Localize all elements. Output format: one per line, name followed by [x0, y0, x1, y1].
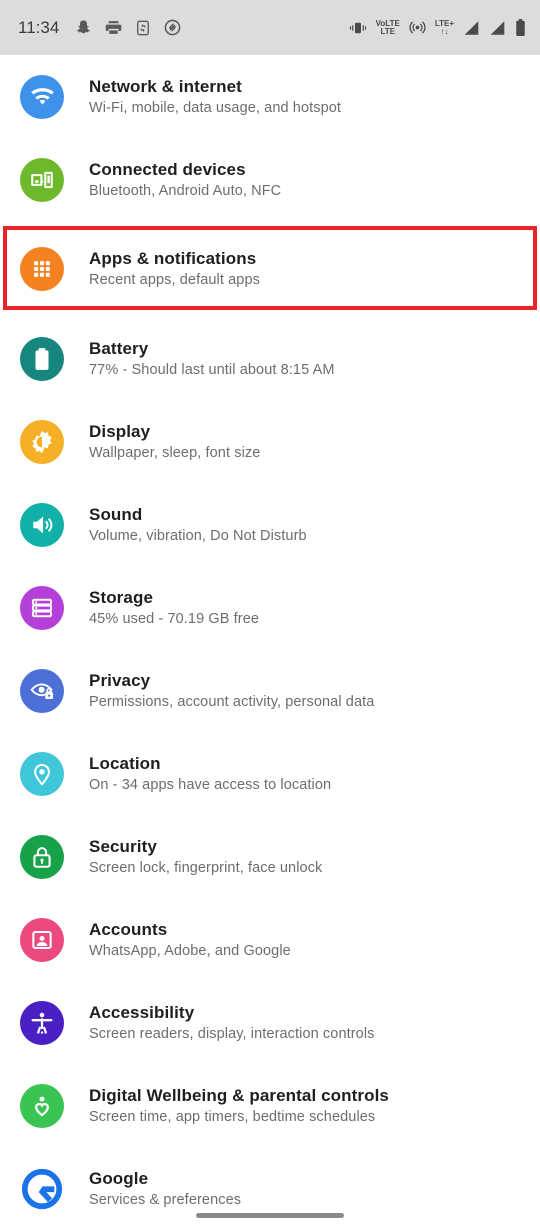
settings-row-security[interactable]: Security Screen lock, fingerprint, face …	[0, 815, 540, 898]
settings-row-title: Security	[89, 836, 157, 856]
battery-settings-icon	[20, 336, 64, 381]
settings-row-subtitle: Wallpaper, sleep, font size	[89, 444, 261, 461]
settings-row-privacy[interactable]: Privacy Permissions, account activity, p…	[0, 649, 540, 732]
google-g-icon	[20, 1166, 64, 1211]
lock-icon	[20, 834, 64, 879]
settings-row-sound[interactable]: Sound Volume, vibration, Do Not Disturb	[0, 483, 540, 566]
settings-row-title: Apps & notifications	[89, 248, 257, 268]
settings-row-title: Location	[89, 753, 161, 773]
home-gesture-bar[interactable]	[196, 1213, 344, 1218]
volte-icon: VoLTE LTE	[376, 19, 400, 36]
location-pin-icon	[20, 751, 64, 796]
settings-row-subtitle: 77% - Should last until about 8:15 AM	[89, 361, 335, 378]
settings-row-subtitle: On - 34 apps have access to location	[89, 776, 332, 793]
settings-row-text: Storage 45% used - 70.19 GB free	[89, 587, 259, 629]
account-card-icon	[20, 917, 64, 962]
settings-row-network-and-internet[interactable]: Network & internet Wi-Fi, mobile, data u…	[0, 55, 540, 138]
settings-list[interactable]: Network & internet Wi-Fi, mobile, data u…	[0, 55, 540, 1230]
settings-row-subtitle: Services & preferences	[89, 1191, 242, 1208]
status-bar-notification-icons	[75, 19, 181, 36]
accessibility-icon	[20, 1000, 64, 1045]
privacy-eye-lock-icon	[20, 668, 64, 713]
settings-row-subtitle: Screen time, app timers, bedtime schedul…	[89, 1108, 376, 1125]
settings-row-text: Privacy Permissions, account activity, p…	[89, 670, 374, 712]
settings-row-subtitle: Wi-Fi, mobile, data usage, and hotspot	[89, 99, 342, 116]
settings-row-text: Sound Volume, vibration, Do Not Disturb	[89, 504, 307, 546]
settings-row-text: Network & internet Wi-Fi, mobile, data u…	[89, 76, 341, 118]
settings-row-title: Battery	[89, 338, 149, 358]
settings-row-title: Google	[89, 1168, 149, 1188]
app-grid-icon	[20, 246, 64, 291]
settings-row-subtitle: Screen readers, display, interaction con…	[89, 1025, 375, 1042]
settings-row-text: Connected devices Bluetooth, Android Aut…	[89, 159, 281, 201]
settings-row-text: Battery 77% - Should last until about 8:…	[89, 338, 335, 380]
signal-bars-1-icon	[463, 20, 480, 36]
settings-row-accessibility[interactable]: Accessibility Screen readers, display, i…	[0, 981, 540, 1064]
wifi-icon	[20, 74, 64, 119]
hotspot-icon	[409, 19, 426, 36]
settings-row-apps-and-notifications[interactable]: Apps & notifications Recent apps, defaul…	[0, 227, 540, 310]
status-bar: 11:34 VoLTE LTE LTE+ ↑↓	[0, 0, 540, 55]
shazam-icon	[164, 19, 181, 36]
settings-screen: 11:34 VoLTE LTE LTE+ ↑↓ Network & intern…	[0, 0, 540, 1230]
status-bar-system-icons: VoLTE LTE LTE+ ↑↓	[349, 19, 526, 36]
settings-row-title: Accounts	[89, 919, 168, 939]
settings-row-text: Apps & notifications Recent apps, defaul…	[89, 248, 260, 290]
volte-bottom-label: LTE	[380, 26, 395, 36]
snapchat-icon	[75, 19, 92, 36]
wellbeing-heart-icon	[20, 1083, 64, 1128]
settings-row-subtitle: Volume, vibration, Do Not Disturb	[89, 527, 307, 544]
settings-row-display[interactable]: Display Wallpaper, sleep, font size	[0, 400, 540, 483]
settings-row-connected-devices[interactable]: Connected devices Bluetooth, Android Aut…	[0, 138, 540, 221]
signal-bars-2-icon	[489, 20, 506, 36]
settings-row-text: Accounts WhatsApp, Adobe, and Google	[89, 919, 291, 961]
settings-row-title: Sound	[89, 504, 143, 524]
connected-devices-icon	[20, 157, 64, 202]
settings-row-title: Digital Wellbeing & parental controls	[89, 1085, 389, 1105]
settings-row-storage[interactable]: Storage 45% used - 70.19 GB free	[0, 566, 540, 649]
settings-row-subtitle: Screen lock, fingerprint, face unlock	[89, 859, 323, 876]
lte-arrows-label: ↑↓	[440, 26, 449, 36]
settings-row-title: Storage	[89, 587, 153, 607]
settings-row-title: Display	[89, 421, 151, 441]
storage-icon	[20, 585, 64, 630]
settings-row-title: Connected devices	[89, 159, 246, 179]
settings-row-digital-wellbeing[interactable]: Digital Wellbeing & parental controls Sc…	[0, 1064, 540, 1147]
vibrate-icon	[349, 20, 367, 36]
settings-row-subtitle: 45% used - 70.19 GB free	[89, 610, 260, 627]
settings-row-battery[interactable]: Battery 77% - Should last until about 8:…	[0, 317, 540, 400]
brightness-icon	[20, 419, 64, 464]
settings-row-title: Privacy	[89, 670, 151, 690]
battery-icon	[515, 19, 526, 36]
settings-row-subtitle: WhatsApp, Adobe, and Google	[89, 942, 291, 959]
settings-row-accounts[interactable]: Accounts WhatsApp, Adobe, and Google	[0, 898, 540, 981]
printer-icon	[105, 19, 122, 36]
settings-row-text: Display Wallpaper, sleep, font size	[89, 421, 260, 463]
settings-row-subtitle: Bluetooth, Android Auto, NFC	[89, 182, 282, 199]
speaker-icon	[20, 502, 64, 547]
status-bar-clock: 11:34	[18, 17, 60, 37]
settings-row-subtitle: Recent apps, default apps	[89, 271, 260, 288]
settings-row-text: Security Screen lock, fingerprint, face …	[89, 836, 322, 878]
settings-row-location[interactable]: Location On - 34 apps have access to loc…	[0, 732, 540, 815]
settings-row-text: Google Services & preferences	[89, 1168, 241, 1210]
settings-row-title: Network & internet	[89, 76, 242, 96]
phone-sync-icon	[135, 20, 151, 36]
lte-plus-icon: LTE+ ↑↓	[435, 19, 454, 36]
settings-row-subtitle: Permissions, account activity, personal …	[89, 693, 375, 710]
settings-row-text: Digital Wellbeing & parental controls Sc…	[89, 1085, 389, 1127]
settings-row-title: Accessibility	[89, 1002, 195, 1022]
settings-row-text: Location On - 34 apps have access to loc…	[89, 753, 331, 795]
settings-row-text: Accessibility Screen readers, display, i…	[89, 1002, 375, 1044]
